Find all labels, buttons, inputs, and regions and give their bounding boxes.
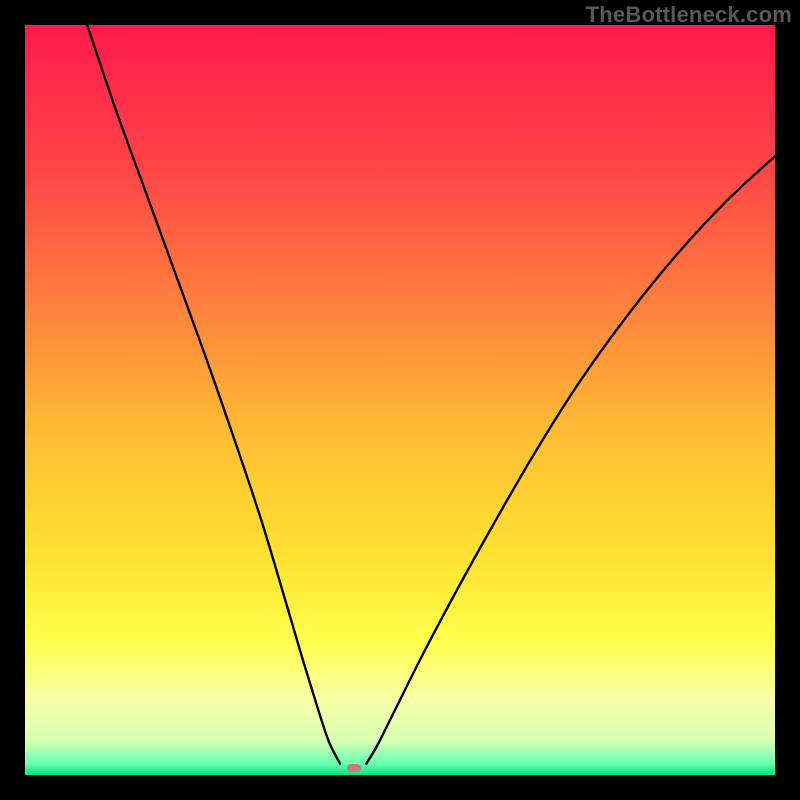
optimal-marker: [347, 764, 361, 772]
curve-right-branch: [366, 156, 775, 764]
plot-area: [25, 25, 775, 775]
chart-frame: TheBottleneck.com: [0, 0, 800, 800]
bottleneck-curve: [25, 25, 775, 775]
curve-left-branch: [87, 25, 340, 764]
